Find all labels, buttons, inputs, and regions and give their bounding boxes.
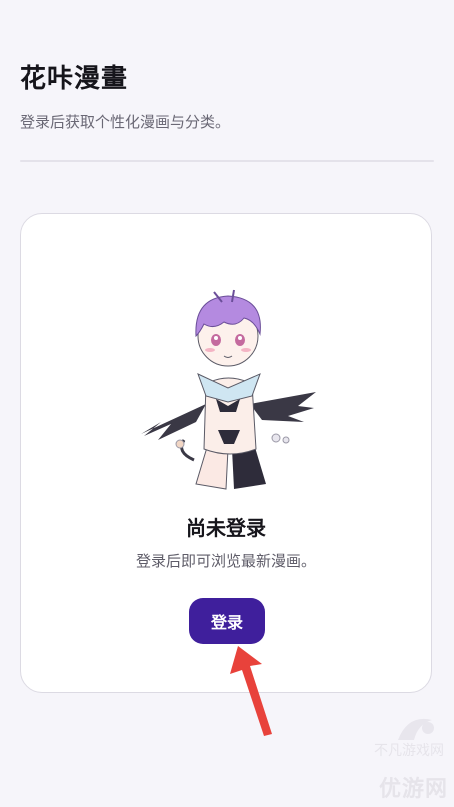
app-title: 花咔漫畫: [20, 64, 129, 94]
mascot-illustration: [141, 289, 316, 490]
red-arrow-annotation: [230, 646, 272, 736]
login-prompt-card: 尚未登录 登录后即可浏览最新漫画。 登录: [20, 213, 432, 693]
watermark-top-text: 不凡游戏网: [374, 743, 444, 759]
empty-state-description: 登录后即可浏览最新漫画。: [135, 552, 316, 570]
header-divider: [20, 160, 434, 162]
page-header: 花咔漫畫 登录后获取个性化漫画与分类。: [20, 58, 434, 132]
page-subtitle: 登录后获取个性化漫画与分类。: [20, 113, 231, 131]
watermark-bottom-text: 优游网: [378, 777, 448, 802]
login-button[interactable]: 登录: [189, 598, 265, 644]
site-watermark: 不凡游戏网 优游网: [340, 710, 454, 807]
empty-state-title: 尚未登录: [186, 516, 266, 540]
